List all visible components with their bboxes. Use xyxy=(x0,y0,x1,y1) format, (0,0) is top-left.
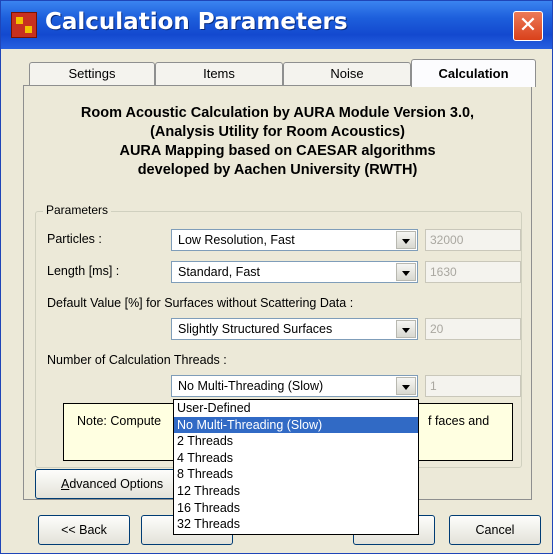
tab-noise[interactable]: Noise xyxy=(283,62,411,85)
particles-value: Low Resolution, Fast xyxy=(178,233,295,247)
note-text-left: Note: Compute xyxy=(77,414,162,428)
dropdown-option-2-threads[interactable]: 2 Threads xyxy=(174,433,418,450)
module-heading: Room Acoustic Calculation by AURA Module… xyxy=(23,104,532,180)
note-text-right: f faces and xyxy=(428,414,490,428)
threads-dropdown-list[interactable]: User-Defined No Multi-Threading (Slow) 2… xyxy=(173,399,419,535)
threads-value: No Multi-Threading (Slow) xyxy=(178,379,324,393)
calculation-parameters-window: Calculation Parameters ✕ Settings Items … xyxy=(0,0,553,554)
heading-line-2: (Analysis Utility for Room Acoustics) xyxy=(150,124,405,140)
length-combo[interactable]: Standard, Fast xyxy=(171,261,418,283)
default-value-label: Default Value [%] for Surfaces without S… xyxy=(47,296,354,310)
tab-settings[interactable]: Settings xyxy=(29,62,155,85)
dropdown-option-no-multithreading[interactable]: No Multi-Threading (Slow) xyxy=(174,416,418,434)
particles-combo[interactable]: Low Resolution, Fast xyxy=(171,229,418,251)
particles-label: Particles : xyxy=(47,232,102,246)
chevron-down-icon[interactable] xyxy=(396,263,416,281)
default-value-value: Slightly Structured Surfaces xyxy=(178,322,333,336)
default-value-number-field: 20 xyxy=(425,318,521,340)
cancel-button[interactable]: Cancel xyxy=(449,515,541,545)
threads-number: 1 xyxy=(430,379,437,393)
length-label: Length [ms] : xyxy=(47,264,120,278)
back-button[interactable]: << Back xyxy=(38,515,130,545)
dropdown-option-12-threads[interactable]: 12 Threads xyxy=(174,483,418,500)
dropdown-option-8-threads[interactable]: 8 Threads xyxy=(174,466,418,483)
advanced-options-button[interactable]: Advanced Options xyxy=(35,469,195,499)
threads-number-field: 1 xyxy=(425,375,521,397)
title-bar[interactable]: Calculation Parameters ✕ xyxy=(1,1,552,49)
length-value: Standard, Fast xyxy=(178,265,260,279)
heading-line-3: AURA Mapping based on CAESAR algorithms xyxy=(119,143,436,159)
dropdown-option-16-threads[interactable]: 16 Threads xyxy=(174,500,418,517)
particles-number-field: 32000 xyxy=(425,229,521,251)
default-value-number: 20 xyxy=(430,322,444,336)
dropdown-option-4-threads[interactable]: 4 Threads xyxy=(174,450,418,467)
heading-line-4: developed by Aachen University (RWTH) xyxy=(137,162,418,178)
default-value-combo[interactable]: Slightly Structured Surfaces xyxy=(171,318,418,340)
chevron-down-icon[interactable] xyxy=(396,231,416,249)
heading-line-1: Room Acoustic Calculation by AURA Module… xyxy=(80,105,475,121)
advanced-options-label: dvanced Options xyxy=(69,477,164,491)
threads-label: Number of Calculation Threads : xyxy=(47,353,227,367)
dropdown-option-user-defined[interactable]: User-Defined xyxy=(174,400,418,417)
threads-combo[interactable]: No Multi-Threading (Slow) xyxy=(171,375,418,397)
length-number: 1630 xyxy=(430,265,457,279)
chevron-down-icon[interactable] xyxy=(396,377,416,395)
length-number-field: 1630 xyxy=(425,261,521,283)
particles-number: 32000 xyxy=(430,233,464,247)
chevron-down-icon[interactable] xyxy=(396,320,416,338)
parameters-group-label: Parameters xyxy=(43,203,112,217)
tab-calculation[interactable]: Calculation xyxy=(411,59,536,87)
dropdown-option-32-threads[interactable]: 32 Threads xyxy=(174,516,418,533)
app-icon xyxy=(11,12,37,38)
close-button[interactable]: ✕ xyxy=(513,11,543,41)
window-title: Calculation Parameters xyxy=(45,9,348,35)
tab-items[interactable]: Items xyxy=(155,62,283,85)
